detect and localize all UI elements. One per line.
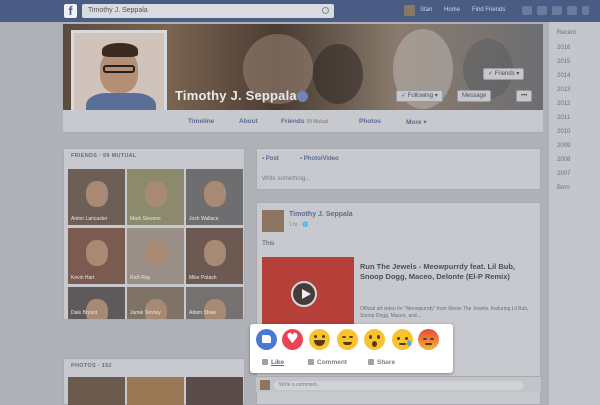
year-item[interactable]: 2014 <box>557 73 570 79</box>
year-item[interactable]: 2009 <box>557 143 570 149</box>
tab-more[interactable]: More ▾ <box>406 118 427 126</box>
messages-icon[interactable] <box>537 6 547 15</box>
photo-tile[interactable] <box>68 377 125 405</box>
search-value: Timothy J. Seppala <box>88 7 148 14</box>
haha-icon[interactable] <box>309 329 330 350</box>
user-avatar[interactable] <box>404 5 415 16</box>
message-button[interactable]: Message <box>457 90 492 102</box>
friend-tile[interactable]: Adam Shaw <box>186 287 243 319</box>
notifications-icon[interactable] <box>552 6 562 15</box>
friend-requests-icon[interactable] <box>522 6 532 15</box>
composer-photo-tab[interactable]: ▪ Photo/Video <box>300 156 339 162</box>
post-author-avatar[interactable] <box>262 210 284 232</box>
post-author-name[interactable]: Timothy J. Seppala <box>289 211 353 218</box>
tab-timeline[interactable]: Timeline <box>188 118 214 125</box>
photo-tile[interactable] <box>186 377 243 405</box>
friend-tile[interactable]: Kevin Hart <box>68 228 125 284</box>
nav-user-name[interactable]: Stan <box>420 7 432 13</box>
tab-photos[interactable]: Photos <box>359 118 381 125</box>
composer-post-tab[interactable]: ▪ Post <box>262 156 279 162</box>
like-button[interactable]: Like <box>262 359 284 366</box>
help-icon[interactable] <box>567 6 577 15</box>
share-icon <box>368 359 374 365</box>
friend-tile[interactable]: Dale Bryant <box>68 287 125 319</box>
friends-card: FRIENDS · 99 Mutual Anton Lancaster Mark… <box>63 148 245 320</box>
profile-name[interactable]: Timothy J. Seppala <box>175 88 297 103</box>
friends-button[interactable]: ✓ Friends ▾ <box>483 68 525 80</box>
friend-tile[interactable]: Jamie Tenney <box>127 287 184 319</box>
photos-card: PHOTOS · 152 <box>63 358 245 405</box>
timeline-year-nav: Recent 2016 2015 2014 2013 2012 2011 201… <box>549 22 600 405</box>
share-button[interactable]: Share <box>368 359 395 366</box>
year-item[interactable]: 2012 <box>557 101 570 107</box>
love-icon[interactable] <box>282 329 303 350</box>
tab-about[interactable]: About <box>239 118 258 125</box>
link-title[interactable]: Run The Jewels - Meowpurrdy feat. Lil Bu… <box>360 262 530 282</box>
tab-friends[interactable]: Friends 99 Mutual <box>281 118 328 125</box>
yay-icon[interactable] <box>337 329 358 350</box>
friend-tile[interactable]: Rich Ray <box>127 228 184 284</box>
following-button[interactable]: ✓ Following ▾ <box>396 90 443 102</box>
top-navigation-bar: f Timothy J. Seppala Stan Home Find Frie… <box>0 0 600 22</box>
thumbs-up-icon <box>262 359 268 365</box>
settings-chevron-icon[interactable] <box>582 6 589 15</box>
link-thumbnail[interactable] <box>262 257 354 331</box>
composer-card <box>256 148 541 190</box>
facebook-logo-icon[interactable]: f <box>64 4 77 18</box>
friend-tile[interactable]: Mike Potash <box>186 228 243 284</box>
year-item[interactable]: 2015 <box>557 59 570 65</box>
search-input[interactable]: Timothy J. Seppala <box>82 4 334 18</box>
year-item[interactable]: 2016 <box>557 45 570 51</box>
angry-icon[interactable] <box>418 329 439 350</box>
profile-tabs: Timeline About Friends 99 Mutual Photos … <box>63 110 543 133</box>
post-timestamp[interactable]: 1 hr · 🌐 <box>289 222 308 228</box>
nav-home[interactable]: Home <box>444 7 460 13</box>
comment-bar: Write a comment... <box>256 376 541 392</box>
year-item[interactable]: 2007 <box>557 171 570 177</box>
link-description: Official art video for "Meowpurrdy" from… <box>360 306 529 319</box>
verified-badge-icon <box>297 91 308 102</box>
year-item[interactable]: Born <box>557 185 570 191</box>
comment-input[interactable]: Write a comment... <box>274 381 524 390</box>
sad-icon[interactable] <box>392 329 413 350</box>
photo-tile[interactable] <box>127 377 184 405</box>
year-item[interactable]: 2013 <box>557 87 570 93</box>
search-icon[interactable] <box>322 7 329 14</box>
comment-icon <box>308 359 314 365</box>
friend-tile[interactable]: Mark Stevens <box>127 169 184 225</box>
composer-input[interactable]: Write something... <box>262 176 310 182</box>
play-icon[interactable] <box>291 281 317 307</box>
commenter-avatar <box>260 380 270 390</box>
post-text: This <box>262 240 275 247</box>
wow-icon[interactable] <box>364 329 385 350</box>
photos-card-title[interactable]: PHOTOS · 152 <box>71 363 112 369</box>
friends-card-title[interactable]: FRIENDS · 99 Mutual <box>71 153 137 159</box>
nav-find-friends[interactable]: Find Friends <box>472 7 505 13</box>
comment-button[interactable]: Comment <box>308 359 347 366</box>
more-button[interactable]: ••• <box>516 90 533 102</box>
year-item[interactable]: Recent <box>557 30 576 36</box>
like-icon[interactable] <box>256 329 277 350</box>
year-item[interactable]: 2010 <box>557 129 570 135</box>
year-item[interactable]: 2008 <box>557 157 570 163</box>
year-item[interactable]: 2011 <box>557 115 570 121</box>
friend-tile[interactable]: Anton Lancaster <box>68 169 125 225</box>
friend-tile[interactable]: Josh Wallace <box>186 169 243 225</box>
reactions-popup: Like Comment Share <box>250 324 453 373</box>
